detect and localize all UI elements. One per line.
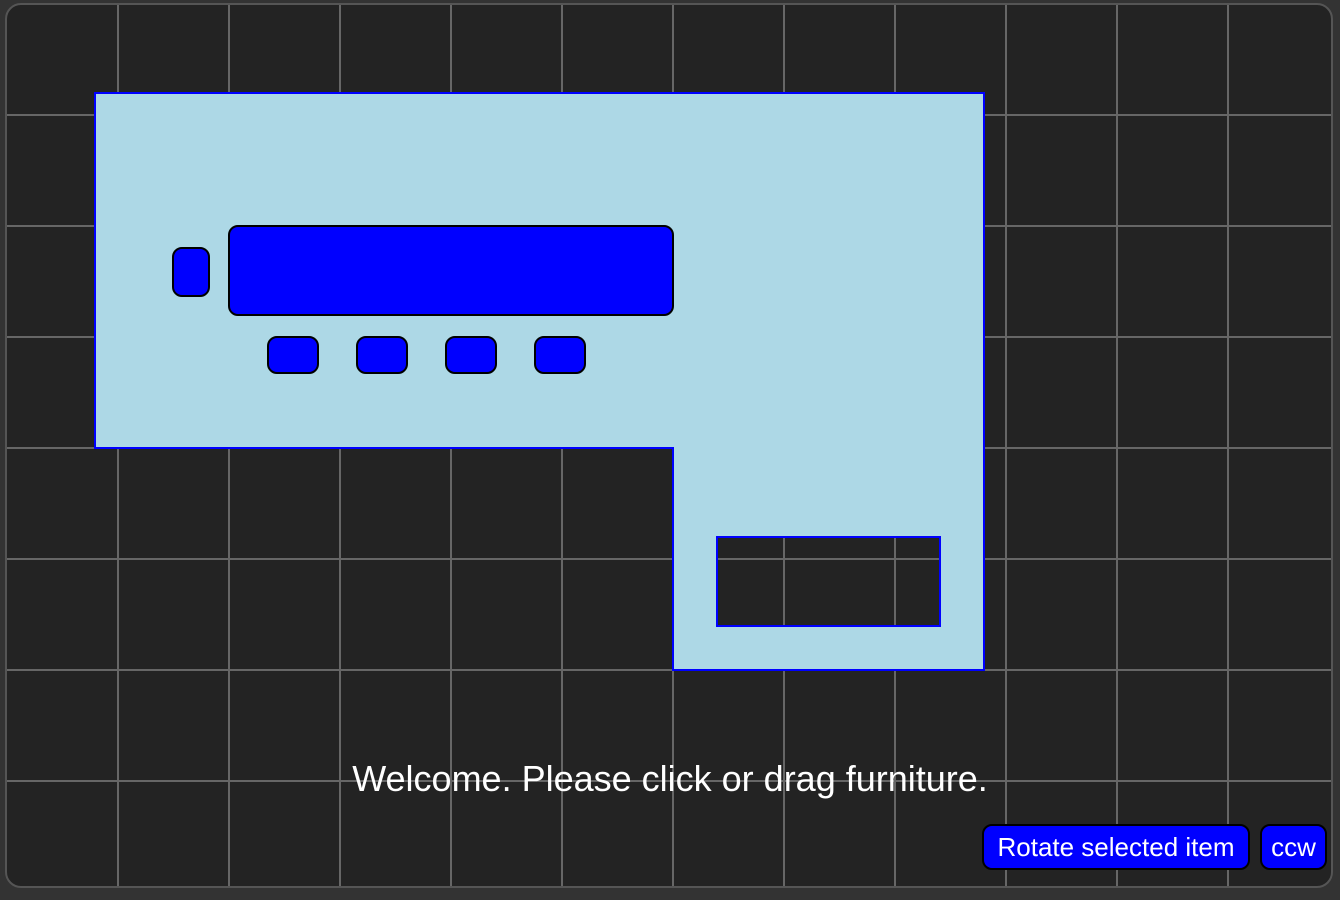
floor-plan-canvas[interactable] [5, 3, 1333, 888]
furniture-chair-2[interactable] [356, 336, 408, 374]
status-message: Welcome. Please click or drag furniture. [352, 758, 988, 799]
rotate-selected-item-button[interactable]: Rotate selected item [982, 824, 1250, 870]
furniture-chair-1[interactable] [267, 336, 319, 374]
room-outline [94, 92, 985, 671]
furniture-small-cabinet[interactable] [172, 247, 210, 297]
furniture-chair-3[interactable] [445, 336, 497, 374]
furniture-table[interactable] [228, 225, 674, 316]
rotation-direction-button[interactable]: ccw [1260, 824, 1327, 870]
furniture-chair-4[interactable] [534, 336, 586, 374]
room-floor-plan [94, 92, 985, 671]
